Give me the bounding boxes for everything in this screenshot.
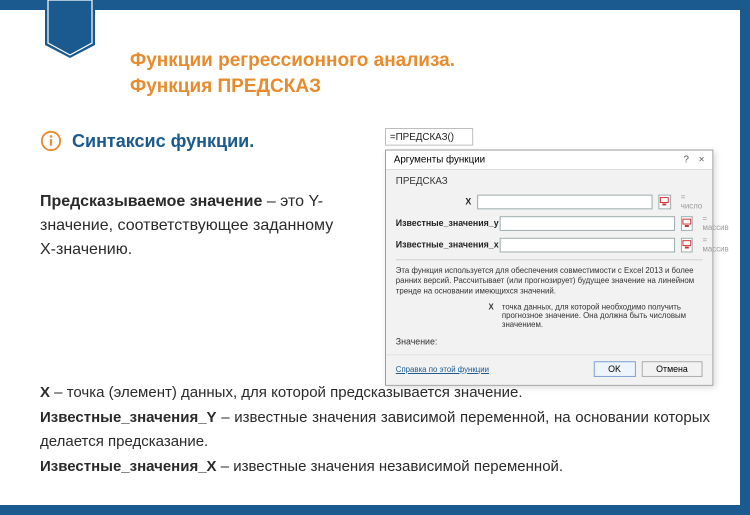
dialog-titlebar: Аргументы функции ? ×	[386, 151, 712, 171]
syntax-label-text: Синтаксис функции	[72, 131, 249, 151]
function-name-label: ПРЕДСКАЗ	[396, 176, 703, 187]
range-picker-icon[interactable]	[681, 216, 693, 231]
frame-right	[740, 0, 750, 515]
arg-x-text: – точка (элемент) данных, для которой пр…	[50, 384, 523, 401]
arg-row-known-y: Известные_значения_y = массив	[396, 214, 703, 232]
ribbon-bookmark	[45, 0, 95, 60]
frame-bottom	[0, 505, 750, 515]
value-row: Значение:	[396, 337, 703, 347]
arg-label-known-y: Известные_значения_y	[396, 218, 494, 228]
title-line-1: Функции регрессионного анализа.	[130, 50, 455, 71]
arg-input-known-y[interactable]	[500, 216, 675, 231]
frame-top	[0, 0, 750, 10]
arg-focus-text: точка данных, для которой необходимо пол…	[502, 303, 693, 329]
divider	[396, 259, 703, 260]
arg-label-x: X	[396, 197, 472, 207]
function-description: Эта функция используется для обеспечения…	[396, 266, 703, 297]
formula-text: =ПРЕДСКАЗ()	[390, 131, 454, 142]
cancel-button[interactable]: Отмена	[641, 361, 702, 377]
help-icon[interactable]: ?	[684, 154, 689, 165]
arg-xs-text: – известные значения независимой перемен…	[217, 458, 564, 475]
arg-hint-known-x: = массив	[703, 236, 729, 254]
arg-row-known-x: Известные_значения_x = массив	[396, 236, 703, 254]
arg-xs-label: Известные_значения_X	[40, 458, 217, 475]
dialog-title-text: Аргументы функции	[394, 154, 485, 165]
info-icon	[40, 130, 62, 152]
slide-title: Функции регрессионного анализа. Функция …	[130, 48, 455, 99]
arg-label-known-x: Известные_значения_x	[396, 240, 494, 250]
ok-button[interactable]: OK	[593, 361, 635, 377]
argument-focus-description: X точка данных, для которой необходимо п…	[396, 303, 703, 329]
predicted-value-term: Предсказываемое значение	[40, 193, 262, 210]
arg-input-x[interactable]	[477, 194, 652, 209]
close-icon[interactable]: ×	[699, 154, 705, 165]
range-picker-icon[interactable]	[681, 237, 693, 252]
arg-hint-known-y: = массив	[703, 214, 729, 232]
predicted-value-paragraph: Предсказываемое значение – это Y-значени…	[40, 190, 340, 262]
function-arguments-dialog: =ПРЕДСКАЗ() Аргументы функции ? × ПРЕДСК…	[385, 128, 713, 386]
arg-hint-x: = число	[681, 193, 703, 211]
arg-row-x: X = число	[396, 193, 703, 211]
arg-y-label: Известные_значения_Y	[40, 409, 217, 426]
arg-input-known-x[interactable]	[500, 237, 675, 252]
arg-focus-label: X	[396, 303, 494, 312]
syntax-heading: Синтаксис функции.	[40, 130, 254, 152]
function-help-link[interactable]: Справка по этой функции	[396, 365, 489, 374]
range-picker-icon[interactable]	[658, 194, 671, 209]
title-line-2: Функция ПРЕДСКАЗ	[130, 76, 321, 97]
formula-bar[interactable]: =ПРЕДСКАЗ()	[385, 128, 473, 146]
argument-definitions: X – точка (элемент) данных, для которой …	[40, 381, 710, 480]
arg-x-label: X	[40, 384, 50, 401]
